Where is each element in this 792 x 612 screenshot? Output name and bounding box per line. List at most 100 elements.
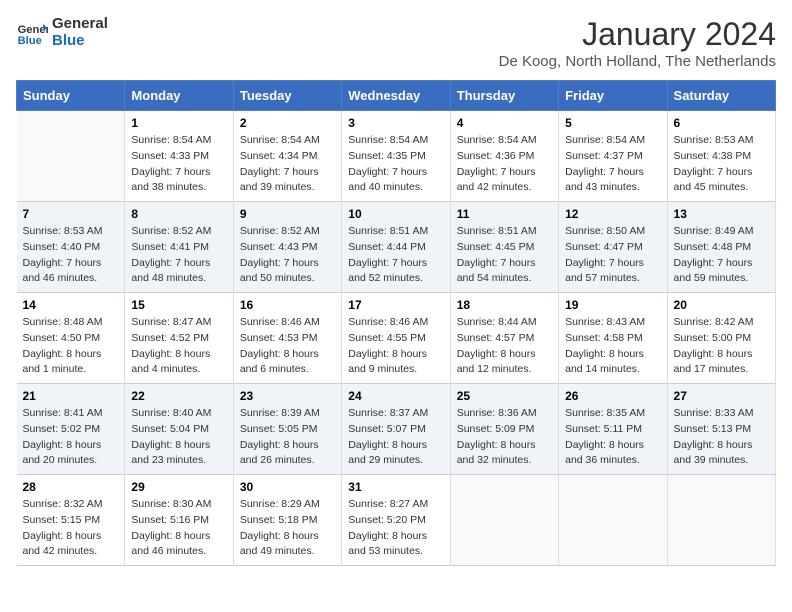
calendar-week-4: 21Sunrise: 8:41 AMSunset: 5:02 PMDayligh… <box>17 384 776 475</box>
calendar-week-1: 1 Sunrise: 8:54 AMSunset: 4:33 PMDaylight… <box>17 111 776 202</box>
day-number: 10 <box>348 207 443 221</box>
day-number: 29 <box>131 480 226 494</box>
weekday-header-wednesday: Wednesday <box>342 81 450 111</box>
day-info: Sunrise: 8:51 AMSunset: 4:44 PMDaylight:… <box>348 224 443 287</box>
calendar-cell: 19 Sunrise: 8:43 AMSunset: 4:58 PMDayligh… <box>559 293 667 384</box>
day-info: Sunrise: 8:53 AMSunset: 4:40 PMDaylight:… <box>23 224 119 287</box>
day-info: Sunrise: 8:54 AMSunset: 4:37 PMDaylight:… <box>565 133 660 196</box>
day-info: Sunrise: 8:54 AMSunset: 4:33 PMDaylight:… <box>131 133 226 196</box>
calendar-week-2: 7 Sunrise: 8:53 AMSunset: 4:40 PMDaylight… <box>17 202 776 293</box>
day-number: 24 <box>348 389 443 403</box>
main-title: January 2024 <box>499 16 776 53</box>
calendar-cell: 18Sunrise: 8:44 AMSunset: 4:57 PMDayligh… <box>450 293 558 384</box>
calendar-cell: 9Sunrise: 8:52 AMSunset: 4:43 PMDaylight… <box>233 202 341 293</box>
day-number: 12 <box>565 207 660 221</box>
calendar-cell: 15 Sunrise: 8:47 AMSunset: 4:52 PMDayligh… <box>125 293 233 384</box>
calendar-cell <box>450 475 558 566</box>
day-info: Sunrise: 8:41 AMSunset: 5:02 PMDaylight:… <box>23 406 119 469</box>
day-info: Sunrise: 8:35 AMSunset: 5:11 PMDaylight:… <box>565 406 660 469</box>
day-number: 28 <box>23 480 119 494</box>
calendar-cell: 25 Sunrise: 8:36 AMSunset: 5:09 PMDayligh… <box>450 384 558 475</box>
day-info: Sunrise: 8:51 AMSunset: 4:45 PMDaylight:… <box>457 224 552 287</box>
day-number: 13 <box>674 207 769 221</box>
calendar-cell: 14 Sunrise: 8:48 AMSunset: 4:50 PMDayligh… <box>17 293 125 384</box>
day-number: 7 <box>23 207 119 221</box>
day-number: 15 <box>131 298 226 312</box>
day-info: Sunrise: 8:32 AMSunset: 5:15 PMDaylight:… <box>23 497 119 560</box>
calendar-cell: 3Sunrise: 8:54 AMSunset: 4:35 PMDaylight… <box>342 111 450 202</box>
day-info: Sunrise: 8:47 AMSunset: 4:52 PMDaylight:… <box>131 315 226 378</box>
logo-text: General Blue <box>52 16 108 49</box>
calendar-cell: 22 Sunrise: 8:40 AMSunset: 5:04 PMDayligh… <box>125 384 233 475</box>
day-number: 5 <box>565 116 660 130</box>
subtitle: De Koog, North Holland, The Netherlands <box>499 53 776 70</box>
day-number: 8 <box>131 207 226 221</box>
calendar-cell: 13Sunrise: 8:49 AMSunset: 4:48 PMDayligh… <box>667 202 775 293</box>
logo-icon: General Blue <box>16 17 48 49</box>
day-info: Sunrise: 8:54 AMSunset: 4:34 PMDaylight:… <box>240 133 335 196</box>
calendar-cell: 30Sunrise: 8:29 AMSunset: 5:18 PMDayligh… <box>233 475 341 566</box>
calendar-cell: 24 Sunrise: 8:37 AMSunset: 5:07 PMDayligh… <box>342 384 450 475</box>
day-info: Sunrise: 8:39 AMSunset: 5:05 PMDaylight:… <box>240 406 335 469</box>
day-info: Sunrise: 8:36 AMSunset: 5:09 PMDaylight:… <box>457 406 552 469</box>
svg-text:Blue: Blue <box>18 35 42 47</box>
day-info: Sunrise: 8:43 AMSunset: 4:58 PMDaylight:… <box>565 315 660 378</box>
calendar-body: 1 Sunrise: 8:54 AMSunset: 4:33 PMDaylight… <box>17 111 776 566</box>
day-info: Sunrise: 8:48 AMSunset: 4:50 PMDaylight:… <box>23 315 119 378</box>
day-number: 11 <box>457 207 552 221</box>
calendar-week-5: 28 Sunrise: 8:32 AMSunset: 5:15 PMDayligh… <box>17 475 776 566</box>
calendar-cell: 11 Sunrise: 8:51 AMSunset: 4:45 PMDayligh… <box>450 202 558 293</box>
weekday-header-friday: Friday <box>559 81 667 111</box>
day-info: Sunrise: 8:33 AMSunset: 5:13 PMDaylight:… <box>674 406 769 469</box>
calendar-cell: 26Sunrise: 8:35 AMSunset: 5:11 PMDayligh… <box>559 384 667 475</box>
calendar-cell <box>559 475 667 566</box>
day-number: 22 <box>131 389 226 403</box>
day-number: 1 <box>131 116 226 130</box>
day-info: Sunrise: 8:46 AMSunset: 4:55 PMDaylight:… <box>348 315 443 378</box>
calendar-cell: 10 Sunrise: 8:51 AMSunset: 4:44 PMDayligh… <box>342 202 450 293</box>
calendar-cell <box>17 111 125 202</box>
day-number: 25 <box>457 389 552 403</box>
day-number: 2 <box>240 116 335 130</box>
calendar-cell: 16Sunrise: 8:46 AMSunset: 4:53 PMDayligh… <box>233 293 341 384</box>
calendar-cell: 7 Sunrise: 8:53 AMSunset: 4:40 PMDaylight… <box>17 202 125 293</box>
day-number: 31 <box>348 480 443 494</box>
weekday-header-thursday: Thursday <box>450 81 558 111</box>
logo: General Blue General Blue <box>16 16 108 49</box>
day-info: Sunrise: 8:52 AMSunset: 4:41 PMDaylight:… <box>131 224 226 287</box>
day-info: Sunrise: 8:37 AMSunset: 5:07 PMDaylight:… <box>348 406 443 469</box>
day-number: 14 <box>23 298 119 312</box>
calendar-header: SundayMondayTuesdayWednesdayThursdayFrid… <box>17 81 776 111</box>
calendar-cell: 5 Sunrise: 8:54 AMSunset: 4:37 PMDaylight… <box>559 111 667 202</box>
day-info: Sunrise: 8:40 AMSunset: 5:04 PMDaylight:… <box>131 406 226 469</box>
calendar-cell <box>667 475 775 566</box>
day-number: 4 <box>457 116 552 130</box>
calendar-table: SundayMondayTuesdayWednesdayThursdayFrid… <box>16 80 776 566</box>
weekday-header-tuesday: Tuesday <box>233 81 341 111</box>
calendar-cell: 20Sunrise: 8:42 AMSunset: 5:00 PMDayligh… <box>667 293 775 384</box>
calendar-cell: 28 Sunrise: 8:32 AMSunset: 5:15 PMDayligh… <box>17 475 125 566</box>
calendar-cell: 27Sunrise: 8:33 AMSunset: 5:13 PMDayligh… <box>667 384 775 475</box>
calendar-cell: 31 Sunrise: 8:27 AMSunset: 5:20 PMDayligh… <box>342 475 450 566</box>
calendar-cell: 6Sunrise: 8:53 AMSunset: 4:38 PMDaylight… <box>667 111 775 202</box>
day-number: 6 <box>674 116 769 130</box>
calendar-cell: 29 Sunrise: 8:30 AMSunset: 5:16 PMDayligh… <box>125 475 233 566</box>
day-number: 19 <box>565 298 660 312</box>
weekday-header-sunday: Sunday <box>17 81 125 111</box>
weekday-header-monday: Monday <box>125 81 233 111</box>
title-block: January 2024 De Koog, North Holland, The… <box>499 16 776 70</box>
day-number: 17 <box>348 298 443 312</box>
weekday-header-row: SundayMondayTuesdayWednesdayThursdayFrid… <box>17 81 776 111</box>
day-number: 3 <box>348 116 443 130</box>
day-info: Sunrise: 8:42 AMSunset: 5:00 PMDaylight:… <box>674 315 769 378</box>
day-info: Sunrise: 8:46 AMSunset: 4:53 PMDaylight:… <box>240 315 335 378</box>
day-info: Sunrise: 8:54 AMSunset: 4:36 PMDaylight:… <box>457 133 552 196</box>
day-info: Sunrise: 8:27 AMSunset: 5:20 PMDaylight:… <box>348 497 443 560</box>
day-number: 23 <box>240 389 335 403</box>
calendar-cell: 17 Sunrise: 8:46 AMSunset: 4:55 PMDayligh… <box>342 293 450 384</box>
weekday-header-saturday: Saturday <box>667 81 775 111</box>
calendar-cell: 12Sunrise: 8:50 AMSunset: 4:47 PMDayligh… <box>559 202 667 293</box>
day-info: Sunrise: 8:30 AMSunset: 5:16 PMDaylight:… <box>131 497 226 560</box>
calendar-week-3: 14 Sunrise: 8:48 AMSunset: 4:50 PMDayligh… <box>17 293 776 384</box>
calendar-cell: 8 Sunrise: 8:52 AMSunset: 4:41 PMDaylight… <box>125 202 233 293</box>
